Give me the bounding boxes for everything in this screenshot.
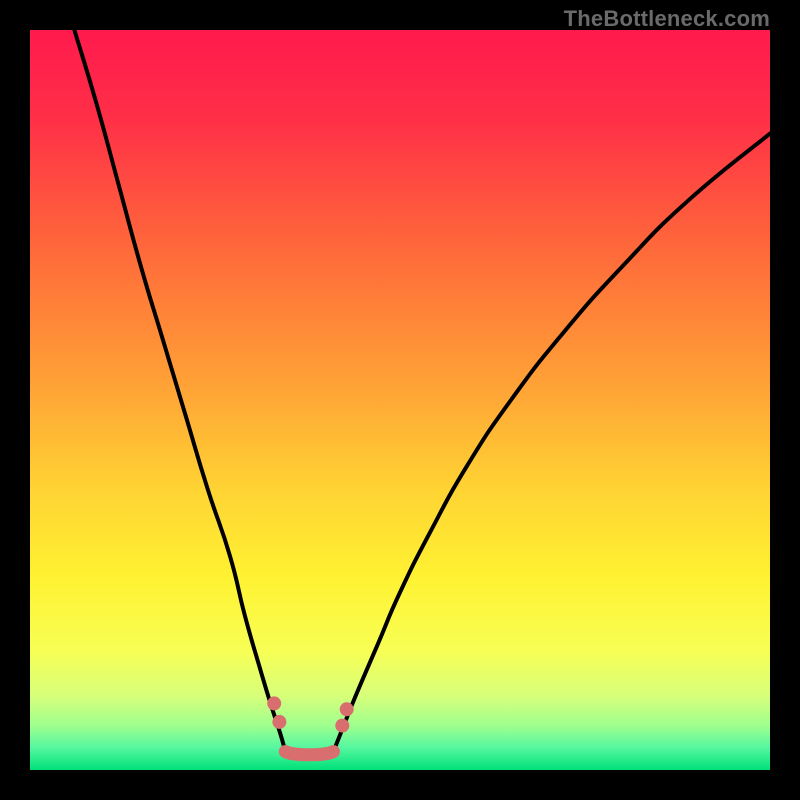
- curve-left-branch: [74, 30, 285, 752]
- marker-dot-1: [272, 715, 286, 729]
- curve-right-branch: [333, 134, 770, 752]
- chart-frame: TheBottleneck.com: [0, 0, 800, 800]
- curve-bottom-bridge: [285, 752, 333, 755]
- marker-dot-2: [335, 719, 349, 733]
- plot-area: [30, 30, 770, 770]
- marker-dot-0: [267, 696, 281, 710]
- marker-dot-3: [340, 702, 354, 716]
- bottleneck-curve: [30, 30, 770, 770]
- watermark: TheBottleneck.com: [564, 6, 770, 32]
